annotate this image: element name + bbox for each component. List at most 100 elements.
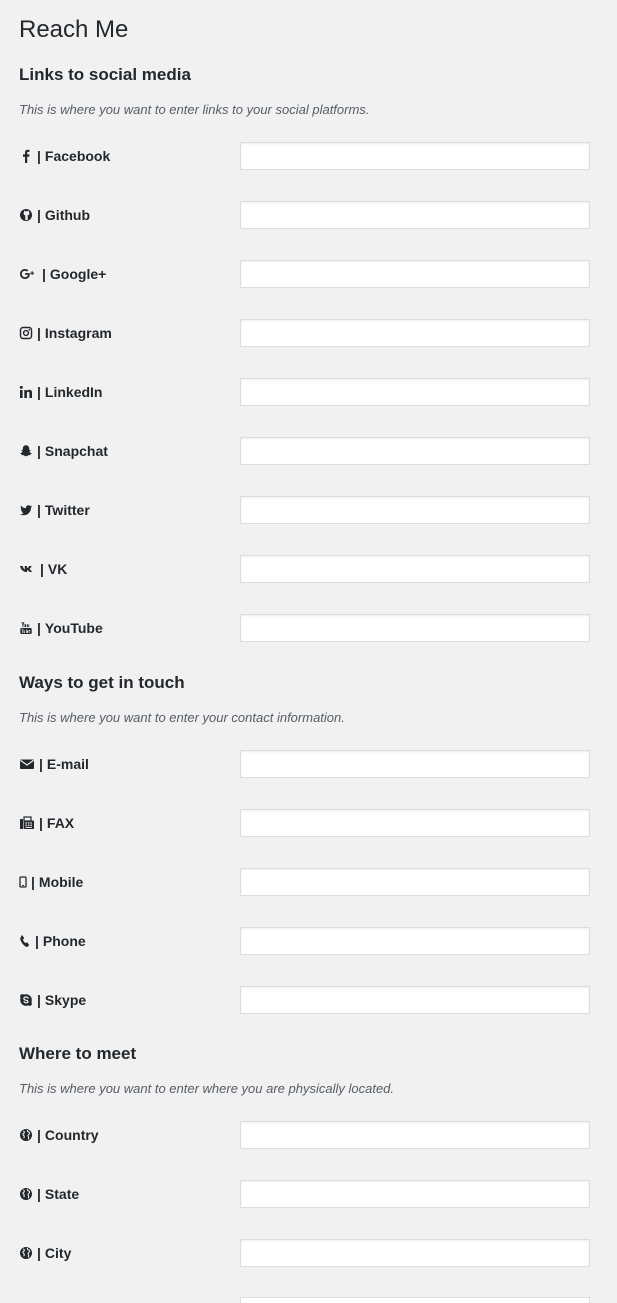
field-label-github: | Github <box>19 205 90 225</box>
fax-input[interactable] <box>240 809 590 837</box>
section-description-contact: This is where you want to enter your con… <box>19 710 345 725</box>
field-row-email: | E-mail <box>0 750 617 778</box>
field-label-google-plus: | Google+ <box>19 264 106 284</box>
label-separator: | <box>37 992 41 1008</box>
envelope-icon <box>19 757 35 771</box>
facebook-input[interactable] <box>240 142 590 170</box>
globe-icon <box>19 1128 33 1142</box>
twitter-input[interactable] <box>240 496 590 524</box>
field-label-text: Mobile <box>38 874 84 890</box>
twitter-icon <box>19 503 33 517</box>
section-description-location: This is where you want to enter where yo… <box>19 1081 395 1096</box>
field-label-text: Skype <box>44 992 87 1008</box>
field-label-snapchat: | Snapchat <box>19 441 108 461</box>
linkedin-input[interactable] <box>240 378 590 406</box>
field-label-fax: | FAX <box>19 813 74 833</box>
field-row-google-plus: | Google+ <box>0 260 617 288</box>
section-title-location: Where to meet <box>19 1044 137 1063</box>
field-label-twitter: | Twitter <box>19 500 90 520</box>
field-row-skype: | Skype <box>0 986 617 1014</box>
label-separator: | <box>37 1127 41 1143</box>
field-row-instagram: | Instagram <box>0 319 617 347</box>
field-label-text: Country <box>44 1127 99 1143</box>
label-separator: | <box>37 325 41 341</box>
field-row-github: | Github <box>0 201 617 229</box>
phone-icon <box>19 934 31 948</box>
google-plus-input[interactable] <box>240 260 590 288</box>
field-row-twitter: | Twitter <box>0 496 617 524</box>
field-label-youtube: | YouTube <box>19 618 103 638</box>
field-row-youtube: | YouTube <box>0 614 617 642</box>
field-row-city: | City <box>0 1239 617 1267</box>
label-separator: | <box>35 933 39 949</box>
field-label-text: Instagram <box>44 325 112 341</box>
field-row-phone: | Phone <box>0 927 617 955</box>
field-label-phone: | Phone <box>19 931 86 951</box>
field-row-mobile: | Mobile <box>0 868 617 896</box>
field-label-skype: | Skype <box>19 990 86 1010</box>
skype-icon <box>19 993 33 1007</box>
fax-icon <box>19 816 35 830</box>
github-icon <box>19 208 33 222</box>
label-separator: | <box>31 874 35 890</box>
field-row-snapchat: | Snapchat <box>0 437 617 465</box>
facebook-icon <box>19 149 33 163</box>
next-field-input[interactable] <box>240 1297 590 1303</box>
email-input[interactable] <box>240 750 590 778</box>
field-row-linkedin: | LinkedIn <box>0 378 617 406</box>
youtube-icon <box>19 621 33 635</box>
page-title: Reach Me <box>19 16 129 43</box>
label-separator: | <box>37 1186 41 1202</box>
country-input[interactable] <box>240 1121 590 1149</box>
field-label-vk: | VK <box>19 559 67 579</box>
field-row-country: | Country <box>0 1121 617 1149</box>
field-label-text: State <box>44 1186 80 1202</box>
label-separator: | <box>37 443 41 459</box>
field-label-mobile: | Mobile <box>19 872 83 892</box>
globe-icon <box>19 1246 33 1260</box>
field-label-city: | City <box>19 1243 71 1263</box>
google-plus-icon <box>19 267 38 281</box>
city-input[interactable] <box>240 1239 590 1267</box>
snapchat-icon <box>19 444 33 458</box>
label-separator: | <box>39 815 43 831</box>
field-row-fax: | FAX <box>0 809 617 837</box>
linkedin-icon <box>19 385 33 399</box>
instagram-input[interactable] <box>240 319 590 347</box>
label-separator: | <box>39 756 43 772</box>
field-label-facebook: | Facebook <box>19 146 110 166</box>
field-label-text: Phone <box>42 933 86 949</box>
field-row-vk: | VK <box>0 555 617 583</box>
state-input[interactable] <box>240 1180 590 1208</box>
field-row-facebook: | Facebook <box>0 142 617 170</box>
vk-icon <box>19 562 36 576</box>
field-row-state: | State <box>0 1180 617 1208</box>
label-separator: | <box>40 561 44 577</box>
label-separator: | <box>37 1245 41 1261</box>
field-label-linkedin: | LinkedIn <box>19 382 102 402</box>
instagram-icon <box>19 326 33 340</box>
field-label-country: | Country <box>19 1125 99 1145</box>
field-label-text: LinkedIn <box>44 384 103 400</box>
skype-input[interactable] <box>240 986 590 1014</box>
field-label-text: Github <box>44 207 91 223</box>
mobile-input[interactable] <box>240 868 590 896</box>
label-separator: | <box>37 148 41 164</box>
vk-input[interactable] <box>240 555 590 583</box>
youtube-input[interactable] <box>240 614 590 642</box>
mobile-icon <box>19 875 27 889</box>
label-separator: | <box>37 620 41 636</box>
globe-icon <box>19 1187 33 1201</box>
field-label-text: Snapchat <box>44 443 108 459</box>
field-label-email: | E-mail <box>19 754 89 774</box>
field-label-text: Google+ <box>49 266 107 282</box>
label-separator: | <box>37 502 41 518</box>
section-title-social: Links to social media <box>19 65 191 84</box>
field-label-text: Facebook <box>44 148 111 164</box>
field-label-text: City <box>44 1245 72 1261</box>
snapchat-input[interactable] <box>240 437 590 465</box>
github-input[interactable] <box>240 201 590 229</box>
label-separator: | <box>37 207 41 223</box>
phone-input[interactable] <box>240 927 590 955</box>
label-separator: | <box>42 266 46 282</box>
